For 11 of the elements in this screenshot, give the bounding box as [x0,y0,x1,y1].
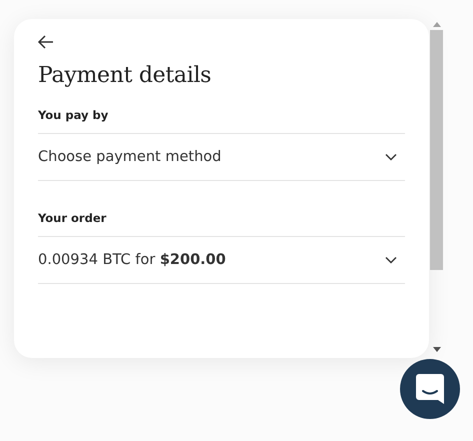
back-arrow-icon[interactable] [37,33,55,51]
scroll-down-icon[interactable] [432,347,440,352]
section-label: You pay by [38,108,110,122]
section-label: Your order [38,211,108,225]
chat-icon [416,374,444,404]
select-field[interactable]: 0.00934 BTC for $200.00 [38,236,405,284]
panel-title: Payment details [38,63,212,88]
chevron-down-icon [385,153,397,161]
chevron-down-icon [385,256,397,264]
select-field[interactable]: Choose payment method [38,133,405,181]
scrollbar-thumb[interactable] [430,30,443,270]
